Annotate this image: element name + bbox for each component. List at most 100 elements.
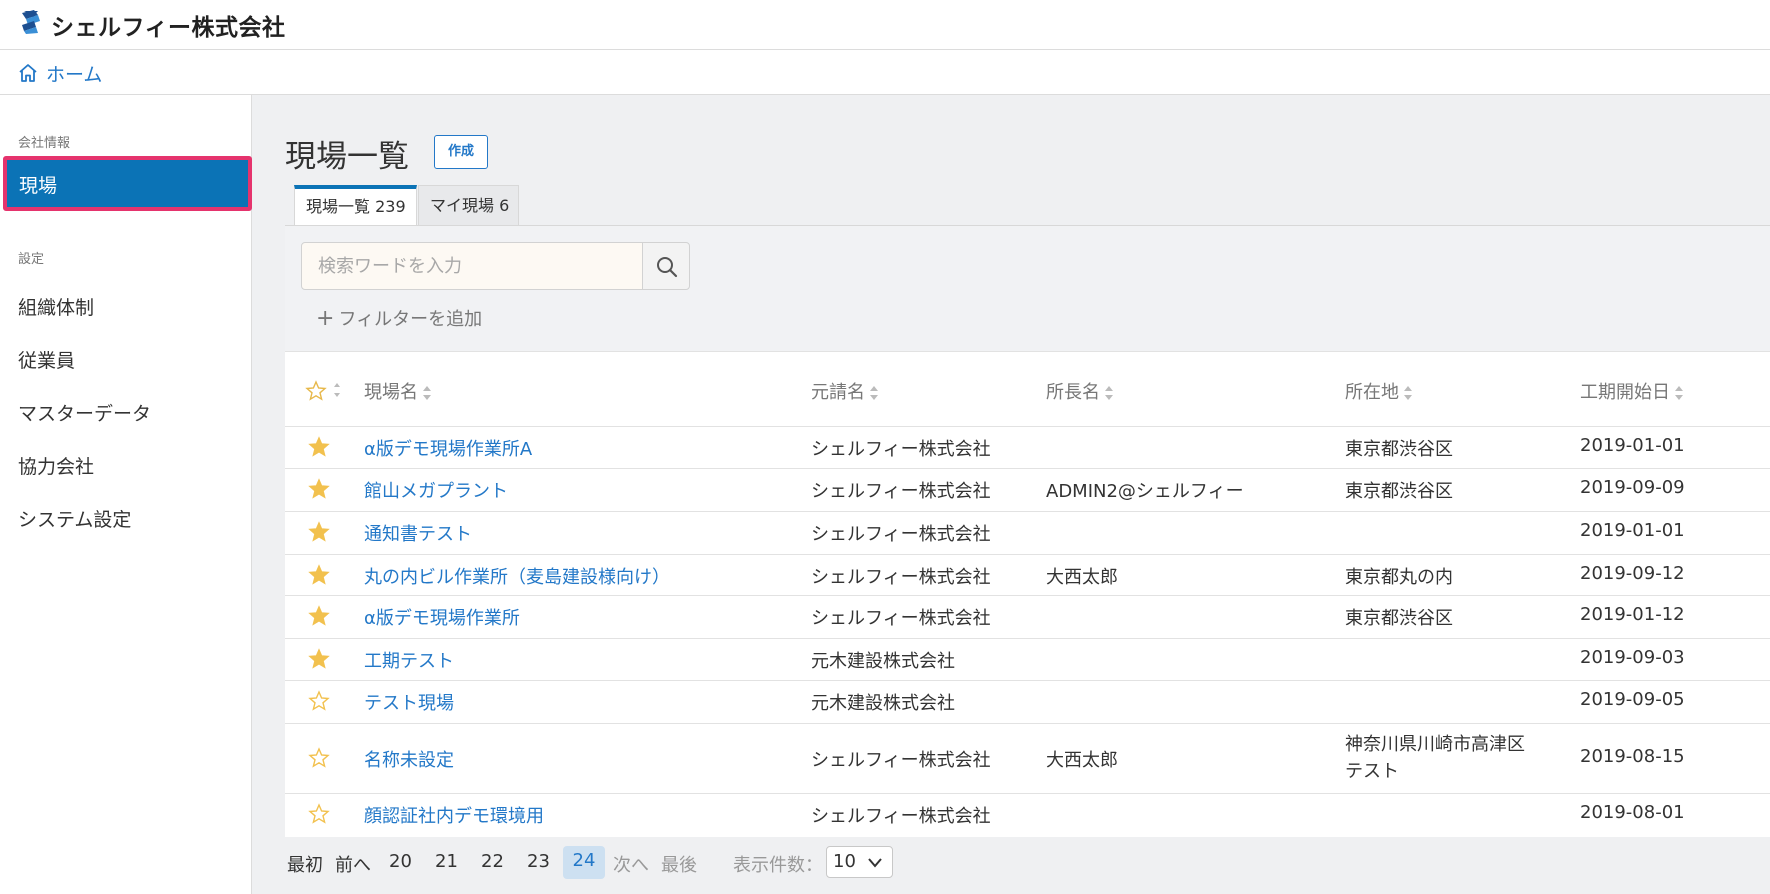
site-name-link[interactable]: 館山メガプラント (364, 477, 508, 503)
sidebar-item-master-data[interactable]: マスターデータ (18, 399, 151, 426)
address-cell: 東京都渋谷区 (1345, 439, 1453, 460)
column-header-label: 元請名 (811, 382, 865, 403)
address-cell: 東京都丸の内 (1345, 567, 1453, 588)
column-header-address[interactable]: 所在地 (1345, 378, 1413, 404)
pagination-page[interactable]: 20 (389, 851, 412, 872)
contractor-cell: 元木建設株式会社 (811, 651, 955, 672)
pagination-page[interactable]: 22 (481, 851, 504, 872)
start-date-cell: 2019-09-03 (1580, 647, 1685, 668)
tab-all-sites[interactable]: 現場一覧 239 (294, 185, 417, 226)
director-cell: 大西太郎 (1046, 567, 1118, 588)
pagination-first[interactable]: 最初 (287, 851, 323, 877)
star-outline-icon[interactable] (308, 747, 330, 769)
shelfy-logo-icon (22, 10, 40, 34)
sidebar-section-settings: 設定 (18, 252, 45, 267)
app-header: シェルフィー株式会社 (0, 0, 1770, 50)
start-date-cell: 2019-01-12 (1580, 604, 1685, 625)
create-button[interactable]: 作成 (434, 135, 488, 169)
star-outline-icon[interactable] (308, 690, 330, 712)
column-header-site-name[interactable]: 現場名 (364, 378, 432, 404)
site-name-link[interactable]: 顔認証社内デモ環境用 (364, 802, 544, 828)
star-filled-icon[interactable] (308, 605, 330, 627)
sidebar-section-company: 会社情報 (18, 136, 71, 151)
address-line: 神奈川県川崎市高津区 (1345, 734, 1525, 755)
pagination-page[interactable]: 23 (527, 851, 550, 872)
start-date-cell: 2019-09-09 (1580, 477, 1685, 498)
table-row-divider (285, 638, 1770, 639)
table-row-divider (285, 723, 1770, 724)
table-row-divider (285, 426, 1770, 427)
contractor-cell: シェルフィー株式会社 (811, 608, 991, 629)
breadcrumb: ホーム (0, 50, 1770, 95)
contractor-cell: シェルフィー株式会社 (811, 481, 991, 502)
site-name-link[interactable]: α版デモ現場作業所 (364, 604, 520, 630)
star-filled-icon[interactable] (308, 564, 330, 586)
sidebar-item-organization[interactable]: 組織体制 (18, 293, 94, 320)
sidebar-item-system-settings[interactable]: システム設定 (18, 505, 131, 532)
sidebar-item-sites[interactable]: 現場 (3, 156, 252, 211)
search-icon (657, 257, 678, 278)
start-date-cell: 2019-08-15 (1580, 746, 1685, 767)
search-field[interactable] (301, 242, 643, 290)
address-line: テスト (1345, 761, 1399, 782)
search-button[interactable] (642, 242, 690, 290)
favorite-header-star-icon[interactable] (305, 380, 343, 402)
sort-icon (423, 386, 431, 400)
site-name-link[interactable]: 名称未設定 (364, 746, 454, 772)
sort-icon (1675, 386, 1683, 400)
home-icon[interactable] (17, 62, 39, 84)
site-name-link[interactable]: 工期テスト (364, 647, 454, 673)
sort-icon (1404, 386, 1412, 400)
contractor-cell: シェルフィー株式会社 (811, 750, 991, 771)
column-header-contractor[interactable]: 元請名 (811, 378, 879, 404)
star-filled-icon[interactable] (308, 478, 330, 500)
table-row-divider (285, 680, 1770, 681)
contractor-cell: シェルフィー株式会社 (811, 806, 991, 827)
table-row-divider (285, 511, 1770, 512)
site-name-link[interactable]: 通知書テスト (364, 520, 472, 546)
site-name-link[interactable]: 丸の内ビル作業所（麦島建設様向け） (364, 563, 670, 589)
star-filled-icon[interactable] (308, 648, 330, 670)
start-date-cell: 2019-01-01 (1580, 520, 1685, 541)
start-date-cell: 2019-08-01 (1580, 802, 1685, 823)
sidebar: 会社情報 現場 設定 組織体制 従業員 マスターデータ 協力会社 システム設定 (0, 95, 252, 894)
column-header-label: 工期開始日 (1580, 382, 1670, 403)
plus-icon: + (316, 306, 335, 331)
address-cell: 東京都渋谷区 (1345, 608, 1453, 629)
pagination-next[interactable]: 次へ (613, 851, 649, 877)
start-date-cell: 2019-09-12 (1580, 563, 1685, 584)
contractor-cell: 元木建設株式会社 (811, 693, 955, 714)
column-header-label: 所長名 (1046, 382, 1100, 403)
table-row-divider (285, 595, 1770, 596)
site-name-link[interactable]: テスト現場 (364, 689, 454, 715)
sidebar-item-employees[interactable]: 従業員 (18, 346, 75, 373)
column-header-label: 所在地 (1345, 382, 1399, 403)
company-name[interactable]: シェルフィー株式会社 (51, 8, 286, 42)
address-cell: 神奈川県川崎市高津区 テスト (1345, 731, 1565, 785)
star-filled-icon[interactable] (308, 436, 330, 458)
add-filter-button[interactable]: + フィルターを追加 (316, 305, 482, 331)
sidebar-item-label: 現場 (19, 175, 58, 197)
sidebar-item-partners[interactable]: 協力会社 (18, 452, 94, 479)
address-cell: 東京都渋谷区 (1345, 481, 1453, 502)
column-header-director[interactable]: 所長名 (1046, 378, 1114, 404)
per-page-value: 10 (833, 851, 856, 872)
pagination-page[interactable]: 21 (435, 851, 458, 872)
tab-my-sites[interactable]: マイ現場 6 (418, 185, 519, 226)
pagination-prev[interactable]: 前へ (335, 851, 371, 877)
contractor-cell: シェルフィー株式会社 (811, 439, 991, 460)
breadcrumb-home-link[interactable]: ホーム (46, 60, 102, 87)
sort-icon (870, 386, 878, 400)
star-filled-icon[interactable] (308, 521, 330, 543)
site-name-link[interactable]: α版デモ現場作業所A (364, 435, 532, 461)
table-row-divider (285, 793, 1770, 794)
star-outline-icon[interactable] (308, 803, 330, 825)
table-row-divider (285, 554, 1770, 555)
search-input[interactable] (302, 243, 642, 289)
column-header-start-date[interactable]: 工期開始日 (1580, 378, 1684, 404)
contractor-cell: シェルフィー株式会社 (811, 567, 991, 588)
per-page-select[interactable]: 10 (826, 846, 893, 878)
add-filter-label: フィルターを追加 (338, 309, 483, 330)
pagination-last[interactable]: 最後 (661, 851, 697, 877)
pagination-current-page[interactable]: 24 (563, 846, 605, 879)
